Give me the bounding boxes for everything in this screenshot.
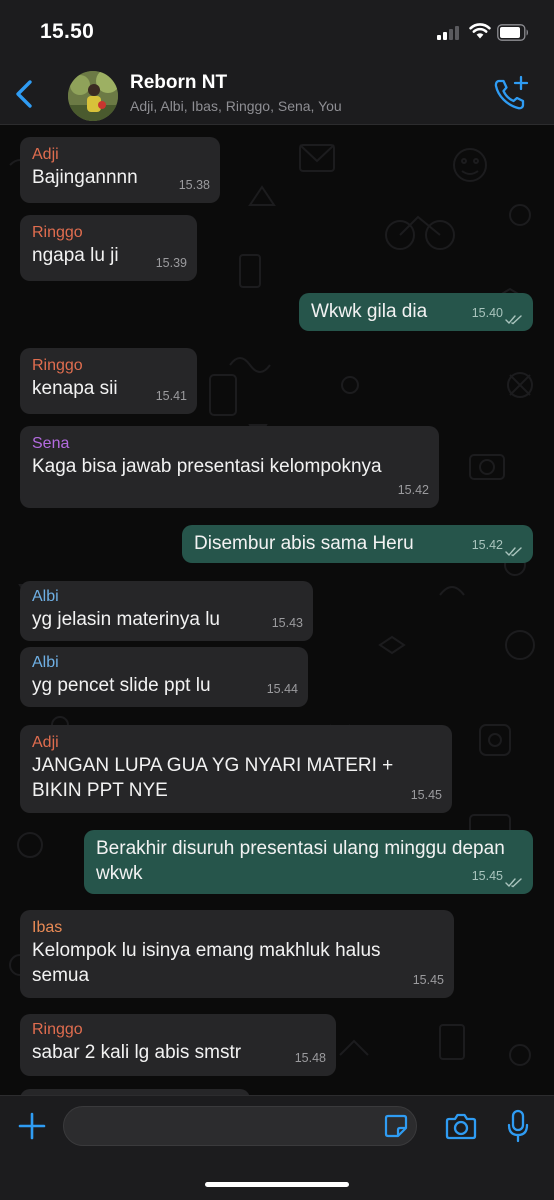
- phone-plus-icon[interactable]: [492, 74, 530, 112]
- message-time: 15.48: [294, 1051, 326, 1065]
- message-bubble[interactable]: Wkwk gila dia 15.40: [299, 293, 533, 331]
- message-time: 15.45: [410, 788, 442, 802]
- wifi-icon: [469, 23, 491, 39]
- message-sender: Albi: [32, 588, 59, 605]
- message-text: sabar 2 kali lg abis smstr: [32, 1042, 242, 1063]
- message-bubble[interactable]: Ringgo sabar 2 kali lg abis smstr 15.48: [20, 1014, 336, 1076]
- group-name[interactable]: Reborn NT: [130, 72, 227, 94]
- message-sender: Albi: [32, 654, 59, 671]
- message-sender: Adji: [32, 734, 59, 751]
- message-time: 15.38: [178, 178, 210, 192]
- read-receipt-icon: [505, 878, 522, 888]
- read-receipt-icon: [505, 547, 522, 557]
- message-time: 15.45: [412, 973, 444, 987]
- message-bubble[interactable]: Ringgo kenapa sii 15.41: [20, 348, 197, 414]
- chat-header: Reborn NT Adji, Albi, Ibas, Ringgo, Sena…: [0, 62, 554, 125]
- status-bar: 15.50: [0, 0, 554, 62]
- message-bubble[interactable]: Ibas Kelompok lu isinya emang makhluk ha…: [20, 910, 454, 998]
- message-sender: Ibas: [32, 919, 63, 936]
- message-bubble[interactable]: Adji Bajingannnn 15.38: [20, 137, 220, 203]
- sticker-icon[interactable]: [383, 1113, 409, 1139]
- message-time: 15.42: [397, 483, 429, 497]
- group-members[interactable]: Adji, Albi, Ibas, Ringgo, Sena, You: [130, 98, 342, 114]
- battery-icon: [497, 24, 528, 41]
- message-bubble[interactable]: Ringgo ngapa lu ji 15.39: [20, 215, 197, 281]
- message-time: 15.41: [155, 389, 187, 403]
- group-avatar[interactable]: [68, 71, 118, 121]
- message-sender: Ringgo: [32, 357, 83, 374]
- cellular-signal-icon: [437, 26, 463, 40]
- status-time: 15.50: [40, 20, 95, 43]
- chevron-left-icon[interactable]: [12, 78, 38, 110]
- message-text: Berakhir disuruh presentasi ulang minggu…: [96, 838, 505, 884]
- message-sender: Ringgo: [32, 1021, 83, 1038]
- message-text: Kelompok lu isinya emang makhluk halus s…: [32, 940, 381, 986]
- message-text: Kaga bisa jawab presentasi kelompoknya: [32, 456, 382, 477]
- message-time: 15.42: [471, 538, 503, 552]
- message-bubble[interactable]: Berakhir disuruh presentasi ulang minggu…: [84, 830, 533, 894]
- camera-icon[interactable]: [445, 1111, 477, 1141]
- message-text: yg jelasin materinya lu: [32, 609, 220, 630]
- message-time: 15.43: [271, 616, 303, 630]
- microphone-icon[interactable]: [506, 1109, 530, 1143]
- message-sender: Ringgo: [32, 224, 83, 241]
- message-list[interactable]: Adji Bajingannnn 15.38 Ringgo ngapa lu j…: [0, 125, 554, 1095]
- message-time: 15.39: [155, 256, 187, 270]
- message-bubble[interactable]: Adji JANGAN LUPA GUA YG NYARI MATERI + B…: [20, 725, 452, 813]
- message-bubble[interactable]: Disembur abis sama Heru 15.42: [182, 525, 533, 563]
- message-sender: Sena: [32, 435, 70, 452]
- message-bubble[interactable]: Albi yg pencet slide ppt lu 15.44: [20, 647, 308, 707]
- composer-bar: [0, 1095, 554, 1200]
- message-sender: Adji: [32, 146, 59, 163]
- message-text: yg pencet slide ppt lu: [32, 675, 211, 696]
- message-text: JANGAN LUPA GUA YG NYARI MATERI + BIKIN …: [32, 755, 394, 801]
- message-bubble[interactable]: Albi yg jelasin materinya lu 15.43: [20, 581, 313, 641]
- message-time: 15.40: [471, 306, 503, 320]
- plus-icon[interactable]: [17, 1111, 47, 1141]
- message-time: 15.44: [266, 682, 298, 696]
- message-input[interactable]: [63, 1106, 417, 1146]
- read-receipt-icon: [505, 315, 522, 325]
- home-indicator[interactable]: [205, 1182, 349, 1187]
- message-bubble[interactable]: Sena Kaga bisa jawab presentasi kelompok…: [20, 426, 439, 508]
- message-time: 15.45: [471, 869, 503, 883]
